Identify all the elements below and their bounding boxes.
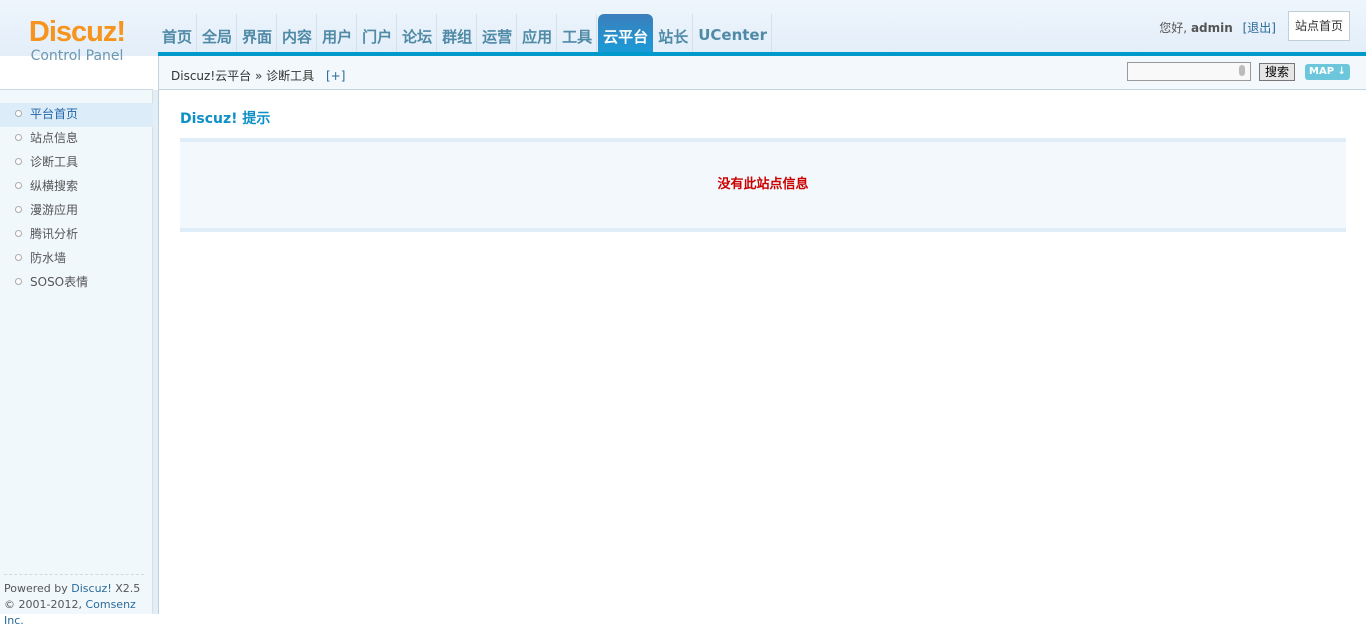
error-message: 没有此站点信息 — [717, 177, 809, 192]
logo-brand: Discuz! — [28, 16, 126, 48]
nav-tab-8[interactable]: 运营 — [478, 14, 518, 52]
sidebar-menu: 平台首页站点信息诊断工具纵横搜索漫游应用腾讯分析防水墙 SOSO表情 — [0, 103, 153, 295]
add-shortcut-link[interactable]: [+] — [326, 69, 345, 83]
logout-link[interactable]: [退出] — [1243, 21, 1276, 35]
copyright: © 2001-2012, — [4, 598, 82, 611]
nav-tab-13[interactable]: UCenter — [694, 14, 772, 52]
sidebar-item-label: 站点信息 — [30, 131, 79, 145]
nav-tab-0[interactable]: 首页 — [158, 14, 198, 52]
sidebar-top — [0, 84, 153, 90]
bullet-icon — [15, 206, 22, 213]
bullet-icon — [15, 134, 22, 141]
sidebar-item[interactable]: SOSO表情 — [0, 271, 153, 295]
nav-tab-10[interactable]: 工具 — [558, 14, 598, 52]
nav-tab-11[interactable]: 云平台 — [598, 14, 654, 52]
breadcrumb-bar: Discuz!云平台 » 诊断工具 [+] 搜索 MAP ↓ — [158, 56, 1366, 90]
map-button[interactable]: MAP ↓ — [1305, 64, 1350, 80]
version: X2.5 — [115, 582, 141, 595]
sidebar-item-label: 纵横搜索 — [30, 179, 79, 193]
bullet-icon — [15, 158, 22, 165]
nav-tab-4[interactable]: 用户 — [318, 14, 358, 52]
nav-tab-7[interactable]: 群组 — [438, 14, 478, 52]
discuz-link[interactable]: Discuz! — [71, 582, 111, 595]
sidebar-item-label: SOSO表情 — [30, 275, 89, 289]
breadcrumb-path: Discuz!云平台 » 诊断工具 — [171, 69, 315, 83]
sidebar-item[interactable]: 防水墙 — [0, 247, 153, 271]
breadcrumb: Discuz!云平台 » 诊断工具 [+] — [171, 67, 345, 84]
search-button[interactable]: 搜索 — [1259, 63, 1295, 81]
sidebar-border — [153, 90, 159, 614]
nav-tab-1[interactable]: 全局 — [198, 14, 238, 52]
sidebar-item[interactable]: 纵横搜索 — [0, 175, 153, 199]
header: Discuz! Control Panel 首页 全局 界面 内容 用户 门户 论坛 群组 运营… — [0, 0, 1366, 64]
nav-tab-2[interactable]: 界面 — [238, 14, 278, 52]
username: admin — [1190, 21, 1233, 35]
nav-tab-12[interactable]: 站长 — [654, 14, 694, 52]
sidebar-item[interactable]: 漫游应用 — [0, 199, 153, 223]
nav-tab-6[interactable]: 论坛 — [398, 14, 438, 52]
page-title: Discuz! 提示 — [180, 111, 271, 127]
bullet-icon — [15, 254, 22, 261]
bullet-icon — [15, 230, 22, 237]
bullet-icon — [15, 278, 22, 285]
sidebar-item-label: 诊断工具 — [30, 155, 79, 169]
sidebar-item-label: 平台首页 — [30, 107, 79, 121]
sidebar-item[interactable]: 平台首页 — [0, 103, 153, 127]
bullet-icon — [15, 182, 22, 189]
sidebar-item[interactable]: 诊断工具 — [0, 151, 153, 175]
sidebar-item[interactable]: 站点信息 — [0, 127, 153, 151]
main-nav: 首页 全局 界面 内容 用户 门户 论坛 群组 运营 应用 工具 云平台 站长 UCenter — [158, 14, 773, 52]
greeting: 您好, — [1159, 21, 1188, 35]
bullet-icon — [15, 110, 22, 117]
sidebar-item-label: 腾讯分析 — [30, 227, 79, 241]
main-content: Discuz! 提示 没有此站点信息 — [180, 108, 1346, 232]
message-box: 没有此站点信息 — [180, 138, 1346, 232]
footer: Powered by Discuz! X2.5 © 2001-2012, Com… — [4, 574, 144, 629]
logo-subtitle: Control Panel — [30, 48, 124, 64]
site-home-button[interactable]: 站点首页 — [1287, 11, 1350, 41]
nav-tab-9[interactable]: 应用 — [518, 14, 558, 52]
microphone-icon[interactable] — [1239, 65, 1245, 76]
logo[interactable]: Discuz! Control Panel — [22, 16, 132, 64]
search-input[interactable] — [1127, 62, 1251, 81]
user-info: 您好, admin [退出] — [1159, 19, 1276, 36]
sidebar-item[interactable]: 腾讯分析 — [0, 223, 153, 247]
sidebar-item-label: 防水墙 — [30, 251, 67, 265]
powered-by: Powered by — [4, 582, 68, 595]
sidebar-item-label: 漫游应用 — [30, 203, 79, 217]
nav-tab-5[interactable]: 门户 — [358, 14, 398, 52]
nav-tab-3[interactable]: 内容 — [278, 14, 318, 52]
